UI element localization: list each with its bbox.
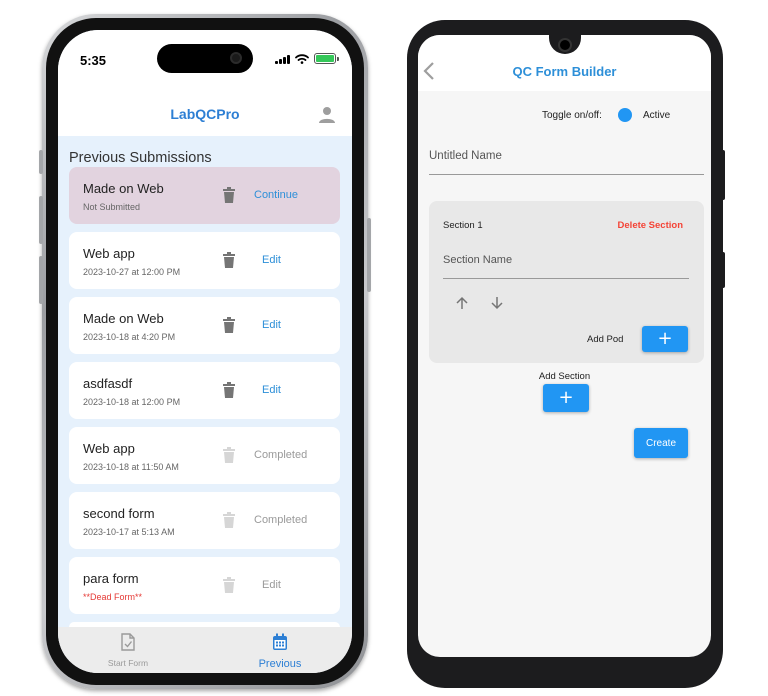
submission-card[interactable]: asdfasdf 2023-10-18 at 12:00 PM Edit <box>69 362 340 419</box>
submission-title: para form <box>83 571 139 586</box>
edit-button[interactable]: Edit <box>262 384 281 396</box>
active-toggle[interactable] <box>618 108 632 122</box>
wifi-icon <box>295 53 309 64</box>
iphone-mute-switch <box>39 150 43 174</box>
iphone-volume-up <box>39 196 43 244</box>
add-pod-button[interactable]: + <box>642 326 688 352</box>
submission-card[interactable]: Made on Web Not Submitted Continue <box>69 167 340 224</box>
tab-start-form[interactable]: Start Form <box>58 633 198 668</box>
add-section-button[interactable]: + <box>543 384 589 412</box>
app-header: LabQCPro <box>58 94 352 136</box>
app-bar: QC Form Builder <box>418 35 711 91</box>
submission-card[interactable]: second form 2023-10-17 at 5:13 AM Comple… <box>69 492 340 549</box>
trash-icon <box>223 512 235 528</box>
toggle-label: Toggle on/off: <box>542 110 602 121</box>
add-pod-label: Add Pod <box>587 334 624 345</box>
edit-button[interactable]: Edit <box>262 254 281 266</box>
profile-icon[interactable] <box>318 106 336 124</box>
submission-card[interactable]: Web app 2023-10-27 at 12:00 PM Edit <box>69 232 340 289</box>
submission-card[interactable]: Web app 2023-10-18 at 11:50 AM Completed <box>69 427 340 484</box>
submission-title: Web app <box>83 441 135 456</box>
dead-form-label: **Dead Form** <box>83 592 143 602</box>
section-card: Section 1 Delete Section Section Name Ad… <box>429 201 704 363</box>
tab-start-form-label: Start Form <box>107 658 149 668</box>
section-title: Previous Submissions <box>69 150 212 166</box>
trash-icon[interactable] <box>222 382 236 398</box>
calendar-icon <box>273 633 287 650</box>
create-button-label: Create <box>645 437 676 449</box>
edit-button[interactable]: Edit <box>262 319 281 331</box>
completed-label: Completed <box>254 449 308 461</box>
trash-icon <box>223 577 235 593</box>
section-name-input[interactable]: Section Name <box>443 254 689 279</box>
battery-icon <box>314 53 339 64</box>
delete-section-button[interactable]: Delete Section <box>618 220 683 231</box>
continue-button[interactable]: Continue <box>254 189 298 201</box>
status-time: 5:35 <box>80 53 107 68</box>
edit-button-disabled: Edit <box>262 579 281 591</box>
arrow-up-icon[interactable] <box>455 296 469 310</box>
iphone-power-button <box>367 218 371 292</box>
section-title: Section 1 <box>443 220 483 231</box>
submission-title: Made on Web <box>83 311 164 326</box>
submission-card[interactable]: para form **Dead Form** Edit <box>69 557 340 614</box>
submission-date: 2023-10-18 at 12:00 PM <box>83 397 181 407</box>
submission-title: Web app <box>83 246 135 261</box>
submission-title: Made on Web <box>83 181 164 196</box>
form-check-icon <box>121 633 135 651</box>
submission-title: asdfasdf <box>83 376 133 391</box>
android-screen: QC Form Builder Toggle on/off: Active Un… <box>418 35 711 657</box>
tab-bar: Start Form Previous <box>58 627 352 673</box>
submission-date: 2023-10-18 at 4:20 PM <box>83 332 176 342</box>
submission-status: Not Submitted <box>83 202 141 212</box>
page: 5:35 LabQCPro Previous Submissions Made … <box>0 0 768 696</box>
tab-previous[interactable]: Previous <box>210 633 350 670</box>
form-name-input[interactable]: Untitled Name <box>429 147 704 175</box>
android-power-button <box>720 252 725 288</box>
submission-date: 2023-10-27 at 12:00 PM <box>83 267 181 277</box>
dynamic-island <box>157 44 253 73</box>
plus-icon: + <box>657 328 673 349</box>
toggle-status: Active <box>643 110 671 121</box>
android-volume-button <box>720 150 725 200</box>
add-section-label: Add Section <box>538 371 591 382</box>
front-camera-icon <box>558 38 572 52</box>
camera-icon <box>230 52 242 64</box>
submission-title: second form <box>83 506 155 521</box>
create-button[interactable]: Create <box>634 428 688 458</box>
page-title: QC Form Builder <box>512 64 617 79</box>
iphone-volume-down <box>39 256 43 304</box>
submission-date: 2023-10-18 at 11:50 AM <box>83 462 179 472</box>
trash-icon <box>223 447 235 463</box>
app-title: LabQCPro <box>170 106 240 122</box>
status-bar: 5:35 <box>58 30 352 94</box>
status-icons <box>275 53 339 64</box>
signal-icon <box>275 54 290 64</box>
trash-icon[interactable] <box>222 252 236 268</box>
completed-label: Completed <box>254 514 308 526</box>
trash-icon[interactable] <box>222 317 236 333</box>
arrow-down-icon[interactable] <box>490 296 504 310</box>
iphone-screen: 5:35 LabQCPro Previous Submissions Made … <box>58 30 352 673</box>
trash-icon[interactable] <box>222 187 236 203</box>
submission-card[interactable]: Made on Web 2023-10-18 at 4:20 PM Edit <box>69 297 340 354</box>
submission-date: 2023-10-17 at 5:13 AM <box>83 527 175 537</box>
tab-previous-label: Previous <box>258 658 302 670</box>
plus-icon: + <box>558 387 574 408</box>
